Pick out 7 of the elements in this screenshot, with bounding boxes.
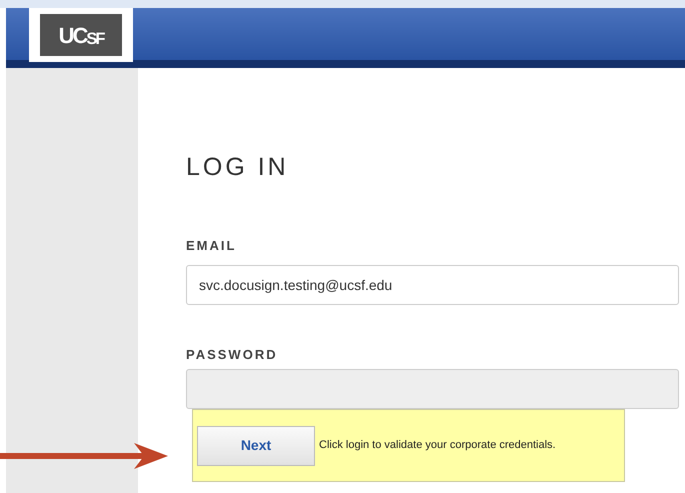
page-title: LOG IN — [186, 152, 290, 182]
field-label: EMAIL — [186, 237, 238, 255]
field-label: PASSWORD — [186, 346, 279, 364]
logo[interactable]: UC$_{SF}$ — [40, 14, 122, 56]
callout-message: Click login to validate your corporate credentials. — [319, 438, 556, 454]
next-button[interactable]: Next — [197, 426, 315, 466]
input-field[interactable]: svc.docusign.testing@ucsf.edu — [186, 264, 679, 304]
